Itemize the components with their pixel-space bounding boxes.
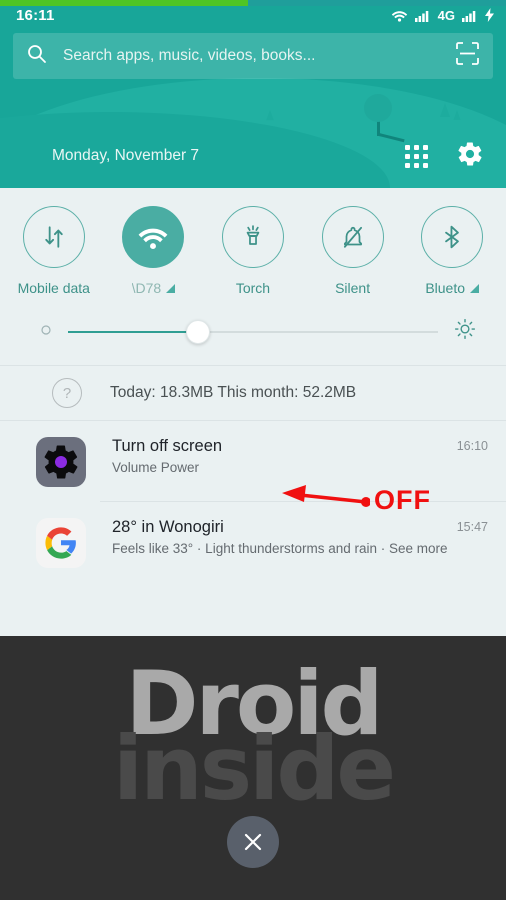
toggle-wifi[interactable]: \D78 [104,206,204,296]
date-row: Monday, November 7 [0,133,506,179]
toggle-label: \D78 [131,280,162,296]
pine-tree-icon [266,109,274,121]
notification-body: Turn off screen Volume Power [112,437,488,487]
toggle-label-wrap: \D78 [132,280,176,296]
brightness-slider[interactable] [68,319,438,345]
clear-all-notifications-button[interactable] [227,816,279,868]
slider-fill [68,330,198,333]
quick-toggles-row: Mobile data \D78 Torch Silent Blueto [0,188,506,296]
annotation-overlay: OFF [278,483,458,523]
toggle-label-wrap: Mobile data [18,280,90,296]
header-actions [405,140,484,173]
top-progress-fill [0,0,248,6]
quick-settings-panel: Mobile data \D78 Torch Silent Blueto ? T… [0,188,506,636]
toggle-circle[interactable] [221,206,284,268]
signal-bars-2-icon [462,9,478,22]
notification-title: Turn off screen [112,437,223,455]
notification-subtitle: Feels like 33° · Light thunderstorms and… [112,541,448,556]
help-question-icon[interactable]: ? [52,378,82,408]
notification-time: 15:47 [456,520,488,534]
network-type-label: 4G [437,7,455,23]
toggle-label: Silent [335,280,371,296]
search-input[interactable] [63,47,456,65]
charging-bolt-icon [485,8,494,22]
toggle-label-wrap: Silent [335,280,370,296]
toggle-label: Mobile data [17,280,90,296]
toggle-label: Blueto [425,280,466,296]
bell-muted-icon [343,226,362,248]
toggle-circle[interactable] [122,206,185,268]
notification-subtitle: Volume Power [112,460,200,475]
search-icon [27,44,47,69]
flashlight-icon [246,225,260,245]
wifi-icon [391,9,408,22]
watermark: Droid inside [0,660,506,820]
data-usage-text: Today: 18.3MB This month: 52.2MB [110,384,357,401]
gear-icon[interactable] [456,140,484,173]
data-transfer-icon [45,226,63,248]
current-date: Monday, November 7 [52,147,200,164]
brightness-high-icon [454,318,476,345]
google-logo-icon [36,518,86,568]
top-progress-bar [0,0,506,6]
wifi-icon [138,228,168,249]
tree-canopy-illustration [364,94,392,122]
notification-body: 28° in Wonogiri Feels like 33° · Light t… [112,518,488,568]
chevron-expand-icon[interactable] [166,283,176,293]
annotation-label: OFF [374,485,431,515]
close-x-icon [244,833,262,851]
search-bar[interactable] [13,33,493,79]
app-grid-icon[interactable] [405,144,428,168]
toggle-torch[interactable]: Torch [203,206,303,296]
toggle-label: Torch [235,280,271,296]
brightness-low-icon [40,323,52,341]
status-icon-group: 4G [391,8,494,23]
arrow-left-annotation-icon [282,485,371,507]
toggle-silent[interactable]: Silent [303,206,403,296]
toggle-circle[interactable] [22,206,85,268]
toggle-circle[interactable] [321,206,384,268]
bluetooth-icon [445,225,460,249]
phone-screen: 16:11 4G Search apps, music, videos, boo… [0,0,506,900]
brightness-row [0,296,506,345]
toggle-mobile-data[interactable]: Mobile data [4,206,104,296]
lens-scan-icon[interactable] [456,42,479,70]
gear-app-icon [36,437,86,487]
status-clock: 16:11 [16,6,55,24]
watermark-line-2: inside [112,716,396,820]
pine-tree-icon [453,110,461,120]
toggle-label-wrap: Blueto [425,280,480,296]
notification-time: 16:10 [456,439,488,453]
pine-tree-icon [440,103,450,117]
chevron-expand-icon[interactable] [470,283,480,293]
slider-thumb[interactable] [185,319,210,344]
toggle-label-wrap: Torch [236,280,270,296]
data-usage-row[interactable]: ? Today: 18.3MB This month: 52.2MB [0,366,506,420]
toggle-bluetooth[interactable]: Blueto [402,206,502,296]
signal-bars-icon [414,9,431,22]
toggle-circle[interactable] [421,206,484,268]
